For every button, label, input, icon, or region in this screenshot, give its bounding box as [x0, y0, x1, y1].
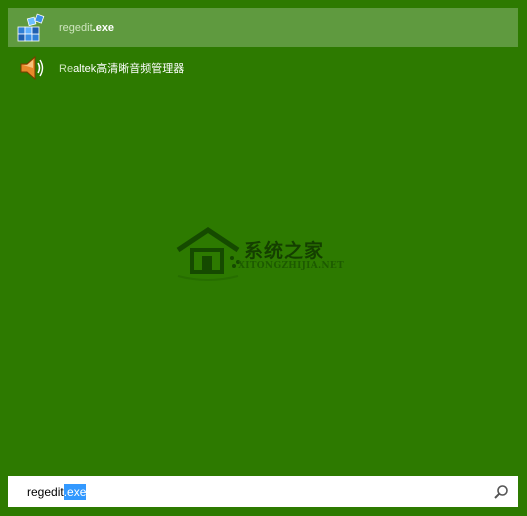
result-match-text: Re [59, 62, 74, 75]
registry-editor-icon [14, 11, 48, 45]
result-item-regedit[interactable]: regedit.exe [8, 8, 518, 47]
result-match-text: regedit [59, 21, 93, 34]
house-logo-icon [176, 226, 240, 281]
search-results-list: regedit.exe Realtek高清晰音频管理器 [8, 8, 518, 87]
result-rest-text: .exe [92, 21, 115, 34]
search-box[interactable]: regedit .exe [8, 476, 518, 507]
watermark-subtitle: XITONGZHIJIA.NET [238, 261, 345, 271]
search-button[interactable] [492, 483, 510, 501]
search-typed-text: regedit [27, 484, 64, 499]
result-item-realtek[interactable]: Realtek高清晰音频管理器 [8, 48, 518, 87]
result-rest-text: altek高清晰音频管理器 [73, 62, 185, 75]
watermark-title: 系统之家 [244, 240, 325, 262]
search-input[interactable]: regedit .exe [27, 483, 87, 500]
search-icon [494, 485, 508, 499]
site-watermark: 系统之家 XITONGZHIJIA.NET [172, 222, 362, 292]
result-label-regedit: regedit.exe [59, 22, 114, 34]
search-autocomplete-text: .exe [63, 483, 87, 500]
result-label-realtek: Realtek高清晰音频管理器 [59, 60, 184, 76]
speaker-icon [14, 51, 48, 85]
